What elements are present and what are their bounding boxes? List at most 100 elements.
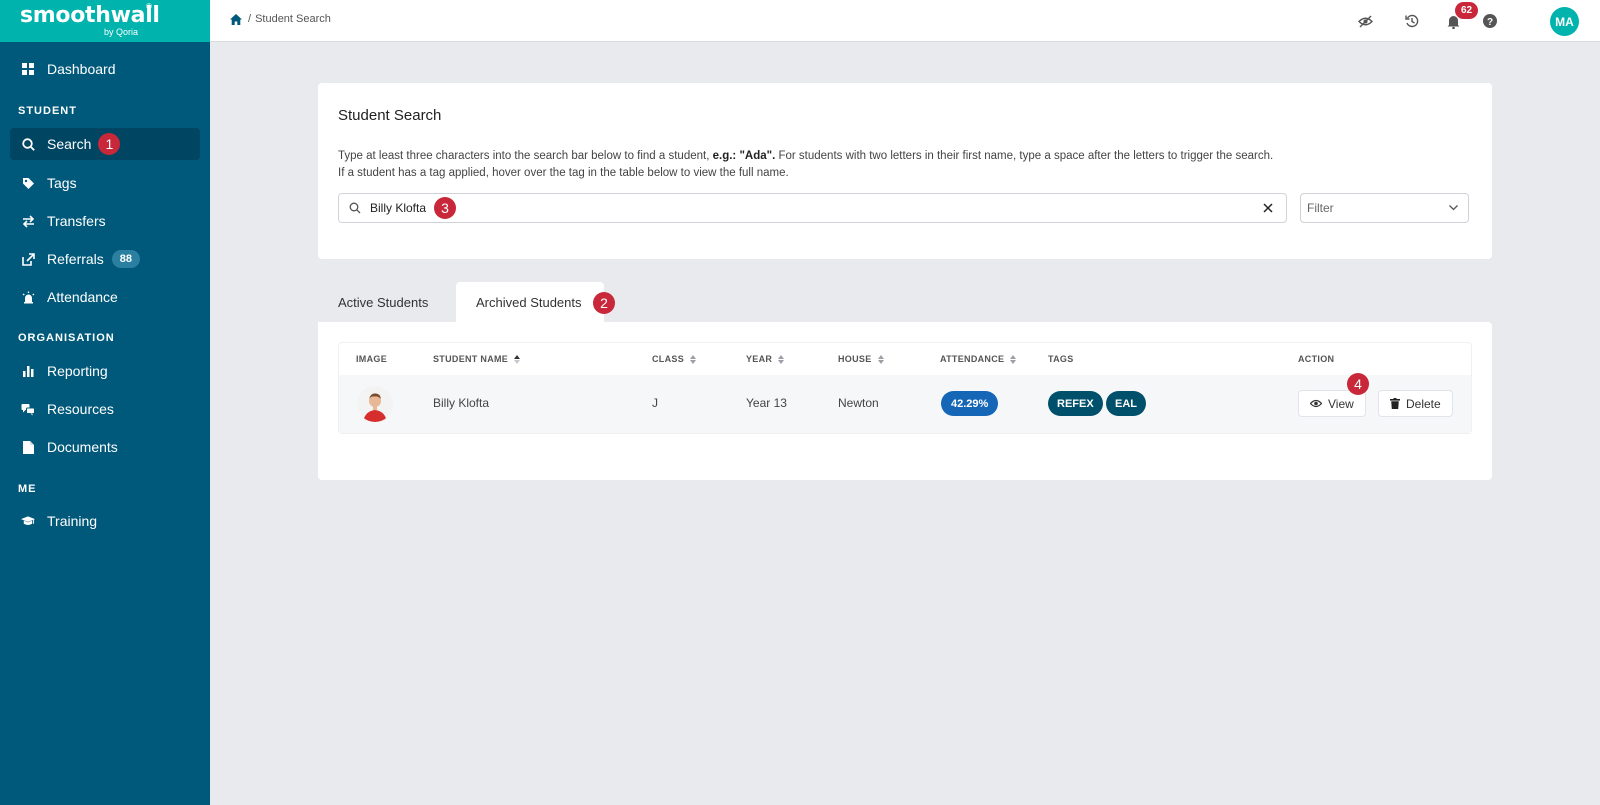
sidebar-item-label: Search (47, 136, 92, 152)
sidebar-item-documents[interactable]: Documents (10, 431, 200, 463)
tag-badge[interactable]: EAL (1106, 391, 1146, 416)
student-search-card: Student Search Type at least three chara… (318, 83, 1492, 259)
delete-button[interactable]: Delete (1378, 390, 1453, 417)
tab-active-students[interactable]: Active Students (338, 282, 428, 322)
students-table: IMAGE STUDENT NAME CLASS YEAR HOUSE ATTE… (338, 342, 1472, 434)
button-label: Delete (1406, 396, 1441, 411)
column-header-label: HOUSE (838, 354, 872, 364)
column-header-class[interactable]: CLASS (652, 354, 697, 364)
chevron-down-icon (1448, 202, 1459, 216)
student-house: Newton (838, 396, 879, 410)
tag-icon (21, 176, 35, 190)
sidebar-item-label: Tags (47, 175, 77, 191)
svg-text:?: ? (1487, 17, 1493, 28)
share-icon (21, 252, 35, 266)
student-class: J (652, 396, 658, 410)
button-label: View (1328, 396, 1354, 411)
table-row: Billy Klofta J Year 13 Newton 42.29% REF… (339, 373, 1471, 433)
student-name[interactable]: Billy Klofta (433, 396, 489, 410)
sidebar-item-reporting[interactable]: Reporting (10, 355, 200, 387)
brand-sub: by Qoria (104, 27, 139, 37)
help-text-line2: If a student has a tag applied, hover ov… (338, 167, 789, 179)
chat-icon (21, 402, 35, 416)
graduation-cap-icon (21, 514, 35, 528)
sidebar-item-transfers[interactable]: Transfers (10, 205, 200, 237)
sort-icon (778, 354, 785, 364)
sidebar-item-search[interactable]: Search 1 (10, 128, 200, 160)
document-icon (21, 440, 35, 454)
breadcrumb-separator: / (248, 13, 252, 25)
column-header-label: ATTENDANCE (940, 354, 1005, 364)
help-example: e.g.: "Ada". (712, 150, 776, 162)
sort-icon (877, 354, 884, 364)
home-icon[interactable] (230, 13, 242, 25)
trash-icon (1390, 398, 1400, 409)
column-header-student-name[interactable]: STUDENT NAME (433, 354, 521, 364)
column-header-label: CLASS (652, 354, 685, 364)
clear-icon[interactable] (1262, 201, 1274, 219)
sidebar-item-label: Resources (47, 401, 114, 417)
sidebar-item-label: Reporting (47, 363, 108, 379)
column-header-attendance[interactable]: ATTENDANCE (940, 354, 1017, 364)
registered-mark: ® (146, 2, 152, 11)
eye-slash-icon[interactable] (1357, 13, 1373, 29)
sort-asc-icon (514, 354, 521, 364)
sidebar-item-label: Attendance (47, 289, 118, 305)
brand-logo[interactable]: smoothwall ® by Qoria (0, 0, 210, 42)
step-marker-1: 1 (98, 133, 121, 155)
sidebar-item-tags[interactable]: Tags (10, 167, 200, 199)
sidebar: smoothwall ® by Qoria Dashboard STUDENT … (0, 0, 210, 805)
step-marker-3: 3 (434, 197, 456, 219)
filter-select[interactable]: Filter (1300, 193, 1469, 223)
student-year: Year 13 (746, 396, 787, 410)
column-header-house[interactable]: HOUSE (838, 354, 884, 364)
tab-label: Active Students (338, 294, 429, 310)
search-icon (21, 137, 35, 151)
student-photo (357, 386, 393, 422)
sidebar-item-label: Transfers (47, 213, 106, 229)
attendance-badge: 42.29% (941, 391, 999, 416)
help-text-part2: For students with two letters in their f… (775, 150, 1274, 162)
brand-name: smoothwall (20, 3, 160, 28)
column-header-tags: TAGS (1048, 354, 1074, 364)
sidebar-item-label: Dashboard (47, 61, 116, 77)
tag-badge[interactable]: REFEX (1048, 391, 1103, 416)
column-header-label: STUDENT NAME (433, 354, 509, 364)
sidebar-item-label: Documents (47, 439, 118, 455)
column-header-year[interactable]: YEAR (746, 354, 785, 364)
column-header-image: IMAGE (356, 354, 388, 364)
dashboard-icon (21, 62, 35, 76)
breadcrumb: / Student Search (230, 13, 331, 25)
sort-icon (690, 354, 697, 364)
help-icon[interactable]: ? (1482, 13, 1498, 29)
column-header-label: YEAR (746, 354, 773, 364)
breadcrumb-current: Student Search (255, 13, 331, 25)
sort-icon (1010, 354, 1017, 364)
alarm-icon (21, 290, 35, 304)
top-bar: / Student Search 62 ? MA (210, 0, 1600, 42)
section-student: STUDENT (18, 105, 77, 117)
sidebar-item-referrals[interactable]: Referrals 88 (10, 243, 200, 275)
sidebar-item-training[interactable]: Training (10, 505, 200, 537)
search-field[interactable]: 3 (338, 193, 1287, 223)
filter-placeholder: Filter (1307, 201, 1334, 215)
sidebar-item-resources[interactable]: Resources (10, 393, 200, 425)
sidebar-item-dashboard[interactable]: Dashboard (10, 53, 200, 85)
sidebar-item-label: Training (47, 513, 98, 529)
history-icon[interactable] (1404, 13, 1420, 29)
notification-count-badge: 62 (1455, 2, 1479, 19)
bar-chart-icon (21, 364, 35, 378)
eye-icon (1310, 399, 1322, 408)
search-input[interactable] (370, 201, 430, 215)
step-marker-2: 2 (593, 292, 615, 314)
sidebar-item-attendance[interactable]: Attendance (10, 281, 200, 313)
page-title: Student Search (338, 107, 442, 124)
section-organisation: ORGANISATION (18, 332, 115, 344)
tab-archived-students[interactable]: Archived Students 2 (456, 282, 615, 322)
transfer-icon (21, 214, 35, 228)
sidebar-item-label: Referrals (47, 251, 104, 267)
help-text-part1: Type at least three characters into the … (338, 150, 713, 162)
step-marker-4: 4 (1347, 373, 1369, 395)
referrals-count-badge: 88 (111, 250, 141, 268)
user-avatar[interactable]: MA (1550, 7, 1579, 36)
